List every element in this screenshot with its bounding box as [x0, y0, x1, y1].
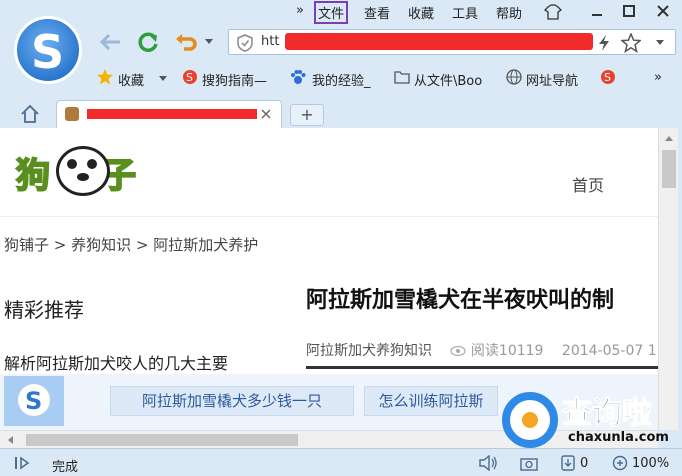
article-title: 阿拉斯加雪橇犬在半夜吠叫的制 [306, 288, 615, 313]
sidebar-toggle-icon[interactable] [14, 456, 30, 470]
recommend-title: 精彩推荐 [4, 298, 84, 322]
menu-favorites[interactable]: 收藏 [408, 3, 434, 22]
watermark: 查询啦 chaxunla.com [494, 378, 680, 454]
skin-icon[interactable] [544, 4, 562, 20]
nav-home-link[interactable]: 首页 [572, 172, 604, 196]
watermark-text: 查询啦 [562, 396, 653, 432]
svg-text:S: S [25, 387, 42, 415]
sogou-float-icon: S [18, 384, 50, 416]
refresh-icon[interactable] [136, 30, 160, 54]
undo-dropdown-icon[interactable] [204, 38, 214, 46]
meta-date: 2014-05-07 1 [561, 343, 657, 359]
menu-file[interactable]: 文件 [314, 1, 349, 24]
dog-logo-icon [56, 146, 110, 196]
folder-icon [394, 71, 410, 84]
article-meta: 阿拉斯加犬养狗知识 阅读10119 2014-05-07 1 [306, 340, 657, 360]
fav-more[interactable]: » [654, 70, 662, 85]
address-text[interactable]: htt [261, 34, 279, 49]
menu-help[interactable]: 帮助 [496, 3, 522, 22]
close-icon[interactable] [656, 4, 670, 18]
screenshot-icon[interactable] [520, 455, 538, 471]
zoom-icon[interactable] [612, 455, 628, 471]
zoom-level[interactable]: 100% [632, 456, 669, 471]
menu-overflow[interactable]: » [296, 3, 304, 18]
fav-sogou-guide[interactable]: 搜狗指南— [202, 70, 267, 89]
horizontal-scroll-thumb[interactable] [26, 434, 298, 446]
tab-active[interactable] [56, 100, 282, 128]
lightning-icon[interactable] [597, 34, 611, 52]
scroll-left-icon[interactable] [6, 435, 14, 445]
tab-close-icon[interactable] [261, 109, 271, 119]
recommend-item-link[interactable]: 解析阿拉斯加犬咬人的几大主要 [4, 350, 228, 374]
favorites-dropdown-icon[interactable] [158, 75, 168, 83]
speaker-icon[interactable] [478, 455, 498, 471]
back-icon[interactable] [98, 32, 122, 52]
header-divider [0, 216, 658, 217]
menu-view[interactable]: 查看 [364, 3, 390, 22]
address-redaction [285, 33, 593, 50]
tab-title-redaction [87, 109, 257, 119]
fav-from-file[interactable]: 从文件\Boo [414, 70, 482, 89]
address-bar[interactable]: htt [228, 29, 676, 55]
download-icon[interactable] [560, 455, 576, 471]
float-link-1[interactable]: 阿拉斯加雪橇犬多少钱一只 [110, 386, 354, 416]
browser-logo-s-icon: S [31, 25, 65, 79]
undo-icon[interactable] [174, 30, 198, 54]
favorites-star-icon [97, 69, 113, 85]
float-link-2[interactable]: 怎么训练阿拉斯 [364, 386, 498, 416]
meta-reads: 阅读10119 [470, 343, 544, 359]
tab-favicon-icon [65, 107, 79, 121]
watermark-sub: chaxunla.com [568, 430, 669, 445]
home-icon[interactable] [20, 104, 40, 124]
svg-text:S: S [604, 71, 611, 84]
article-divider [306, 366, 658, 369]
watermark-logo-icon [502, 392, 558, 448]
status-text: 完成 [52, 460, 79, 475]
fav-my-experience[interactable]: 我的经验_ [312, 70, 371, 89]
sogou-red-icon[interactable]: S [600, 69, 616, 85]
favorites-button[interactable]: 收藏 [118, 70, 144, 89]
new-tab-button[interactable]: + [290, 104, 324, 126]
menu-bar: » 文件 查看 收藏 工具 帮助 [0, 0, 682, 24]
breadcrumb[interactable]: 狗铺子 > 养狗知识 > 阿拉斯加犬养护 [4, 234, 258, 255]
shield-icon [237, 34, 253, 52]
star-icon[interactable] [621, 33, 641, 53]
scroll-up-icon[interactable] [664, 134, 674, 142]
sogou-icon: S [183, 70, 197, 84]
minimize-icon[interactable] [590, 4, 604, 18]
vertical-scroll-thumb[interactable] [662, 150, 676, 188]
maximize-icon[interactable] [622, 4, 636, 18]
fav-nav[interactable]: 网址导航 [526, 70, 578, 89]
globe-icon [506, 69, 522, 85]
float-logo[interactable]: S [4, 376, 64, 426]
paw-icon [291, 70, 306, 84]
download-count: 0 [580, 456, 589, 471]
address-dropdown-icon[interactable] [655, 39, 665, 47]
browser-logo: S [14, 16, 82, 84]
eye-icon [450, 345, 467, 357]
svg-text:S: S [186, 71, 193, 84]
menu-tools[interactable]: 工具 [452, 3, 478, 22]
meta-category-link[interactable]: 阿拉斯加犬养狗知识 [306, 343, 432, 359]
